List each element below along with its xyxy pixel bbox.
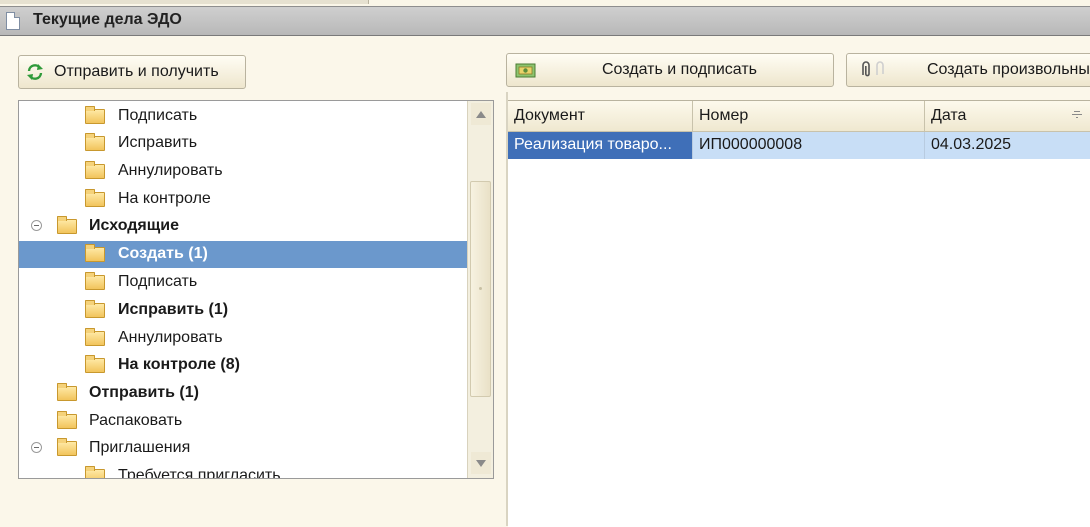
tree-item-label: На контроле (8) xyxy=(118,356,240,373)
tree-item-label: Требуется пригласить xyxy=(118,467,281,479)
folder-icon xyxy=(85,355,105,373)
tree-item[interactable]: Приглашения xyxy=(19,435,468,462)
tree-item[interactable]: Аннулировать xyxy=(19,158,468,185)
column-header-number[interactable]: Номер xyxy=(693,101,925,131)
tree-item-label: Аннулировать xyxy=(118,162,223,179)
table-row[interactable]: Реализация товаро... ИП000000008 04.03.2… xyxy=(508,132,1090,159)
table-cell-document[interactable]: Реализация товаро... xyxy=(508,132,693,159)
folder-icon xyxy=(85,244,105,262)
tree-item-label: Исправить (1) xyxy=(118,301,229,318)
folder-icon xyxy=(85,466,105,478)
arrow-down-icon xyxy=(476,460,486,467)
folder-icon xyxy=(57,216,77,234)
sort-icon[interactable] xyxy=(1072,111,1082,118)
folder-tree[interactable]: Подписать Исправить Аннулировать На конт… xyxy=(18,100,494,479)
collapse-icon[interactable] xyxy=(31,220,42,231)
tree-item[interactable]: Аннулировать xyxy=(19,325,468,352)
top-tab-edge xyxy=(0,0,369,4)
tree-item-label: Подписать xyxy=(118,107,198,124)
tree-item[interactable]: Подписать xyxy=(19,269,468,296)
table-cell-number[interactable]: ИП000000008 xyxy=(693,132,925,159)
collapse-icon[interactable] xyxy=(31,442,42,453)
arrow-up-icon xyxy=(476,111,486,118)
folder-icon xyxy=(57,411,77,429)
tree-item-label: Создать (1) xyxy=(118,245,208,262)
paperclip-icon xyxy=(862,61,884,77)
tree-item-label: Подписать xyxy=(118,273,198,290)
tree-item-label: Приглашения xyxy=(89,439,191,456)
cell-text: ИП000000008 xyxy=(699,136,803,153)
create-custom-label: Создать произвольный xyxy=(927,61,1090,78)
tree-item[interactable]: На контроле (8) xyxy=(19,352,468,379)
tree-item-label: Исправить xyxy=(118,134,198,151)
document-icon xyxy=(6,12,20,30)
folder-icon xyxy=(85,161,105,179)
tree-item[interactable]: Исправить (1) xyxy=(19,297,468,324)
form-title: Текущие дела ЭДО xyxy=(33,11,182,28)
create-sign-button[interactable]: Создать и подписать xyxy=(506,53,834,87)
documents-table[interactable]: Документ Номер Дата Реализация товаро...… xyxy=(508,100,1090,527)
create-sign-label: Создать и подписать xyxy=(602,61,757,78)
folder-icon xyxy=(85,272,105,290)
tree-item[interactable]: Подписать xyxy=(19,103,468,130)
tree-item[interactable]: Требуется пригласить xyxy=(19,463,468,479)
folder-icon xyxy=(85,133,105,151)
column-header-label: Дата xyxy=(931,107,967,124)
column-header-label: Документ xyxy=(514,107,585,124)
cell-text: Реализация товаро... xyxy=(514,136,672,153)
table-header: Документ Номер Дата xyxy=(508,101,1090,132)
folder-icon xyxy=(57,383,77,401)
send-receive-label: Отправить и получить xyxy=(54,63,219,80)
tree-item-label: Исходящие xyxy=(89,217,179,234)
send-receive-button[interactable]: Отправить и получить xyxy=(18,55,246,89)
form-title-bar: Текущие дела ЭДО xyxy=(0,6,1090,36)
sync-icon xyxy=(27,64,43,80)
tree-item[interactable]: На контроле xyxy=(19,186,468,213)
tree-item[interactable]: Исходящие xyxy=(19,213,468,240)
folder-icon xyxy=(85,106,105,124)
grip-icon xyxy=(479,287,482,290)
scroll-thumb[interactable] xyxy=(470,181,491,397)
cell-text: 04.03.2025 xyxy=(931,136,1012,153)
tree-item[interactable]: Отправить (1) xyxy=(19,380,468,407)
create-sign-icon xyxy=(515,63,536,78)
folder-icon xyxy=(57,438,77,456)
tree-item-label: Отправить (1) xyxy=(89,384,199,401)
tree-item[interactable]: Распаковать xyxy=(19,408,468,435)
tree-item[interactable]: Исправить xyxy=(19,130,468,157)
table-cell-date[interactable]: 04.03.2025 xyxy=(925,132,1090,159)
tree-item-label: На контроле xyxy=(118,190,211,207)
folder-icon xyxy=(85,189,105,207)
tree-item-label: Аннулировать xyxy=(118,329,223,346)
tree-item-selected[interactable]: Создать (1) xyxy=(19,241,468,268)
column-header-date[interactable]: Дата xyxy=(925,101,1090,131)
tree-scrollbar[interactable] xyxy=(467,101,493,478)
tree-item-label: Распаковать xyxy=(89,412,183,429)
folder-icon xyxy=(85,328,105,346)
column-header-document[interactable]: Документ xyxy=(508,101,693,131)
create-custom-button[interactable]: Создать произвольный xyxy=(846,53,1090,87)
scroll-up-button[interactable] xyxy=(471,103,491,125)
scroll-down-button[interactable] xyxy=(471,452,491,474)
column-header-label: Номер xyxy=(699,107,749,124)
folder-icon xyxy=(85,300,105,318)
